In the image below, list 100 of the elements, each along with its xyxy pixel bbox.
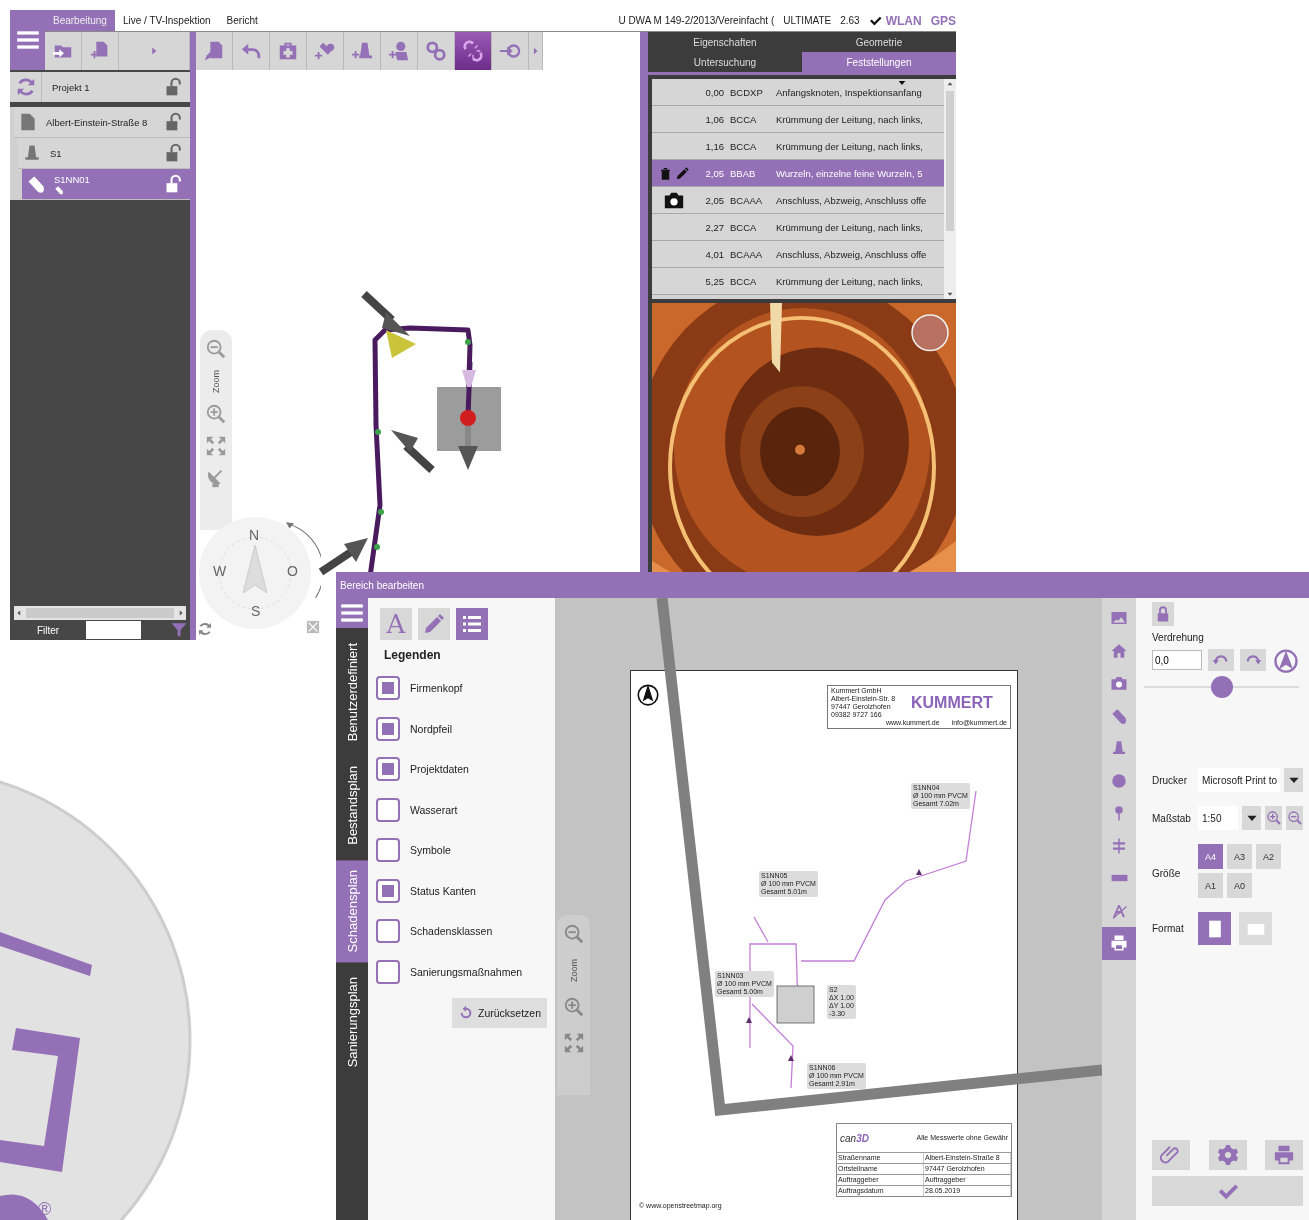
side-tab[interactable]: Schadensplan <box>336 860 368 963</box>
circle-icon <box>1110 771 1128 790</box>
checkbox[interactable] <box>376 797 400 822</box>
tool-button[interactable] <box>270 32 307 70</box>
rotation-field[interactable]: 0,0 <box>1152 650 1202 670</box>
software-logo: can3D <box>840 1132 869 1144</box>
menu-tab[interactable]: Bearbeitung <box>45 10 115 31</box>
tool-button[interactable] <box>196 32 233 70</box>
side-tab[interactable]: Sanierungsplan <box>336 967 368 1078</box>
table-cell-text: BCAAA <box>730 248 764 260</box>
tool-button[interactable] <box>1102 927 1136 960</box>
size-button[interactable]: A4 <box>1198 844 1223 869</box>
more-button[interactable] <box>529 32 543 70</box>
portrait-button[interactable] <box>1198 912 1231 945</box>
rotate-left-button[interactable] <box>1208 649 1234 671</box>
tool-button[interactable] <box>455 32 492 70</box>
zoom-out-icon[interactable] <box>205 338 227 360</box>
rotate-right-button[interactable] <box>1240 649 1266 671</box>
pencil-icon[interactable] <box>675 165 690 181</box>
scrollbar-thumb[interactable] <box>946 91 954 231</box>
reset-view-icon[interactable] <box>197 621 213 637</box>
trash-icon[interactable] <box>658 165 673 181</box>
tool-button[interactable] <box>418 32 455 70</box>
finding-row[interactable]: 2,05 BBAB Wurzeln, einzelne feine Wurzeln, 5 <box>652 160 944 187</box>
checkbox[interactable] <box>376 919 400 944</box>
checkbox-label: Status Kanten <box>410 884 476 897</box>
slider-thumb[interactable] <box>1210 676 1233 698</box>
table-cell-text: BCCA <box>730 221 758 233</box>
zoom-in-icon[interactable] <box>205 403 227 425</box>
panel-tab[interactable]: Feststellungen <box>802 52 956 72</box>
compass[interactable]: N W O S <box>199 517 311 629</box>
east-label: O <box>287 563 298 579</box>
panel-tab[interactable]: Geometrie <box>802 32 956 52</box>
link-icon <box>425 40 447 62</box>
table-cell-text: BBAB <box>730 167 757 179</box>
side-tab[interactable]: Bestandsplan <box>336 756 368 856</box>
panel-tab[interactable]: Untersuchung <box>648 52 802 72</box>
window-title: Bereich bearbeiten <box>336 572 1309 598</box>
size-button[interactable]: A3 <box>1227 844 1252 869</box>
side-tab[interactable]: Benutzerdefiniert <box>336 633 368 752</box>
checkbox-label: Nordpfeil <box>410 722 453 735</box>
unlock-icon <box>164 143 184 163</box>
reset-button[interactable]: Zurücksetzen <box>451 998 547 1028</box>
menu-tab[interactable]: Bericht <box>218 10 266 31</box>
tool-button[interactable] <box>492 32 529 70</box>
scrollbar-thumb[interactable] <box>26 608 174 618</box>
wlan-indicator: WLAN <box>885 13 922 28</box>
fit-view-icon[interactable] <box>562 1032 585 1054</box>
vertical-scrollbar[interactable] <box>944 79 956 299</box>
table-cell-text: BCCA <box>730 113 758 125</box>
checkbox[interactable] <box>376 716 400 741</box>
table-cell-text: Krümmung der Leitung, nach links, <box>776 221 924 233</box>
tool-button[interactable] <box>381 32 418 70</box>
fit-view-icon[interactable] <box>205 435 227 457</box>
crossbar-icon <box>1110 836 1128 855</box>
tool-button[interactable] <box>233 32 270 70</box>
tool-button[interactable] <box>344 32 381 70</box>
draw-mode-button[interactable] <box>418 608 450 640</box>
size-button[interactable]: A1 <box>1198 873 1223 898</box>
horizontal-scrollbar[interactable] <box>14 606 186 620</box>
checkbox[interactable] <box>376 676 400 701</box>
filter-field[interactable] <box>86 621 141 639</box>
tree-item[interactable]: S1 <box>18 138 190 169</box>
tool-button[interactable] <box>307 32 344 70</box>
checkbox[interactable] <box>376 838 400 863</box>
zoom-in-icon[interactable] <box>562 996 585 1018</box>
printer-label: Drucker <box>1152 774 1188 786</box>
checkbox[interactable] <box>376 959 400 984</box>
tree-item[interactable]: S1NN01 <box>22 169 190 200</box>
west-label: W <box>213 563 227 579</box>
checkbox[interactable] <box>376 757 400 782</box>
dropdown-button[interactable] <box>1242 806 1261 830</box>
size-button[interactable]: A0 <box>1227 873 1252 898</box>
dropdown-button[interactable] <box>1284 768 1303 792</box>
checkbox-label: Symbole <box>410 844 451 857</box>
rotation-arc-icon[interactable] <box>285 522 321 599</box>
close-box-icon[interactable] <box>306 620 320 634</box>
lock-button[interactable] <box>1152 602 1174 626</box>
settings-button[interactable] <box>1208 1140 1247 1170</box>
zoom-out-icon[interactable] <box>562 923 585 945</box>
print-button[interactable] <box>1265 1140 1303 1170</box>
pipe-icon <box>26 174 46 194</box>
scale-select[interactable]: 1:50 <box>1198 806 1239 830</box>
table-cell-text: Krümmung der Leitung, nach links, <box>776 113 924 125</box>
size-button[interactable]: A2 <box>1256 844 1281 869</box>
project-label: Projekt 1 <box>52 81 91 93</box>
legend-mode-button[interactable] <box>456 608 488 640</box>
panel-tab[interactable]: Eigenschaften <box>648 32 802 52</box>
tree-item[interactable]: Albert-Einstein-Straße 8 <box>14 107 190 138</box>
attach-button[interactable] <box>1152 1140 1190 1170</box>
menu-button[interactable] <box>10 10 45 70</box>
ruler-icon <box>1109 874 1129 883</box>
printer-select[interactable]: Microsoft Print to <box>1198 768 1280 792</box>
checkbox[interactable] <box>376 878 400 903</box>
confirm-button[interactable] <box>1152 1176 1303 1206</box>
menu-tab[interactable]: Live / TV-Inspektion <box>114 10 219 31</box>
menu-button[interactable] <box>336 598 368 628</box>
table-cell-text: 1,06 <box>704 113 724 125</box>
zoom-out-button[interactable] <box>1286 806 1303 830</box>
table-cell-text: Anfangsknoten, Inspektionsanfang <box>776 86 923 98</box>
